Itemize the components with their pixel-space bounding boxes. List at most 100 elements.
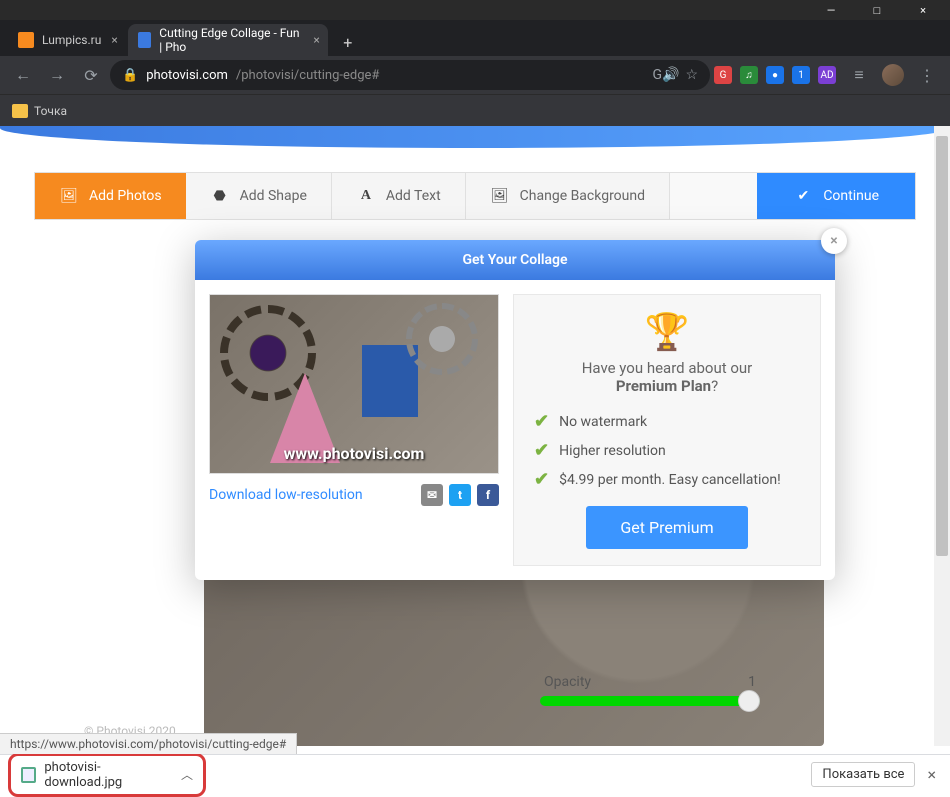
tab-lumpics[interactable]: Lumpics.ru × [8, 24, 126, 56]
tab-favicon [18, 32, 34, 48]
download-filename: photovisi-download.jpg [44, 760, 173, 790]
window-maximize-button[interactable]: □ [854, 0, 900, 20]
bookmarks-bar: Точка [0, 94, 950, 126]
feature-item: ✔ $4.99 per month. Easy cancellation! [534, 469, 800, 490]
extension-icons: G ♫ ● 1 AD ≡ ⋮ [714, 60, 942, 90]
feature-list: ✔ No watermark ✔ Higher resolution ✔ $4.99 … [534, 411, 800, 490]
opacity-slider-panel: Opacity 1 [540, 674, 760, 706]
slider-thumb[interactable] [738, 690, 760, 712]
check-icon: ✔ [534, 440, 549, 461]
check-icon: ✔ [534, 411, 549, 432]
vertical-scrollbar[interactable] [934, 126, 950, 746]
continue-button[interactable]: ✔ Continue [757, 173, 915, 219]
forward-button[interactable]: → [42, 60, 72, 90]
btn-label: Add Shape [240, 188, 307, 204]
new-tab-button[interactable]: + [334, 28, 362, 56]
check-icon: ✔ [793, 187, 813, 205]
ext-icon-2[interactable]: ♫ [740, 66, 758, 84]
modal-title: Get Your Collage [462, 252, 567, 268]
reload-button[interactable]: ⟳ [76, 60, 106, 90]
close-icon[interactable]: × [313, 33, 319, 47]
close-icon[interactable]: × [111, 33, 117, 47]
window-titlebar: — □ × [0, 0, 950, 20]
downloads-bar: photovisi-download.jpg ︿ Показать все × [0, 754, 950, 794]
scrollbar-thumb[interactable] [936, 136, 948, 556]
change-background-button[interactable]: 🖼 Change Background [466, 173, 670, 219]
add-text-button[interactable]: A Add Text [332, 173, 466, 219]
bookmark-tochka[interactable]: Точка [12, 104, 67, 118]
show-all-downloads-button[interactable]: Показать все [811, 762, 915, 787]
header-wave [0, 126, 950, 148]
slider-label: Opacity [544, 674, 591, 690]
modal-close-button[interactable]: × [821, 228, 847, 254]
slider-value: 1 [748, 674, 756, 690]
premium-heading: Have you heard about our Premium Plan? [534, 359, 800, 395]
ext-icon-1[interactable]: G [714, 66, 732, 84]
reader-icon[interactable]: ≡ [844, 60, 874, 90]
get-premium-button[interactable]: Get Premium [586, 506, 747, 549]
ext-icon-4[interactable]: 1 [792, 66, 810, 84]
tab-photovisi[interactable]: Cutting Edge Collage - Fun | Pho × [128, 24, 328, 56]
back-button[interactable]: ← [8, 60, 38, 90]
file-icon [21, 767, 36, 783]
modal-header: Get Your Collage × [195, 240, 835, 280]
tab-label: Cutting Edge Collage - Fun | Pho [159, 26, 303, 54]
lock-icon: 🔒 [122, 68, 138, 83]
shape-icon: ⬣ [210, 187, 230, 205]
share-icons: ✉ t f [421, 484, 499, 506]
download-low-res-link[interactable]: Download low-resolution [209, 487, 363, 503]
text-icon: A [356, 187, 376, 205]
premium-heading-2: Premium Plan [616, 377, 711, 395]
add-shape-button[interactable]: ⬣ Add Shape [186, 173, 332, 219]
feature-text: No watermark [559, 414, 647, 430]
email-icon[interactable]: ✉ [421, 484, 443, 506]
feature-item: ✔ Higher resolution [534, 440, 800, 461]
facebook-icon[interactable]: f [477, 484, 499, 506]
premium-panel: 🏆 Have you heard about our Premium Plan?… [513, 294, 821, 566]
url-domain: photovisi.com [146, 68, 228, 83]
btn-label: Add Photos [89, 188, 162, 204]
bookmark-star-icon[interactable]: ☆ [685, 67, 698, 83]
trophy-icon: 🏆 [534, 311, 800, 353]
feature-text: $4.99 per month. Easy cancellation! [559, 472, 781, 488]
collage-preview: www.photovisi.com [209, 294, 499, 474]
editor-toolbar: 🖼 Add Photos ⬣ Add Shape A Add Text 🖼 Ch… [34, 172, 916, 220]
close-downloads-bar-icon[interactable]: × [927, 765, 936, 784]
get-collage-modal: Get Your Collage × www.photovisi.com Dow… [195, 240, 835, 580]
translate-icon[interactable]: G🔊 [652, 67, 679, 83]
window-minimize-button[interactable]: — [808, 0, 854, 20]
photos-icon: 🖼 [59, 187, 79, 205]
preview-column: www.photovisi.com Download low-resolutio… [209, 294, 499, 566]
folder-icon [12, 104, 28, 118]
watermark-text: www.photovisi.com [284, 444, 425, 463]
window-close-button[interactable]: × [900, 0, 946, 20]
download-item[interactable]: photovisi-download.jpg ︿ [8, 753, 206, 797]
btn-label: Continue [823, 188, 879, 204]
btn-label: Change Background [520, 188, 645, 204]
profile-avatar[interactable] [882, 64, 904, 86]
tab-favicon [138, 32, 152, 48]
feature-item: ✔ No watermark [534, 411, 800, 432]
add-photos-button[interactable]: 🖼 Add Photos [35, 173, 186, 219]
address-actions: G🔊 ☆ [652, 67, 698, 83]
bookmark-label: Точка [34, 104, 67, 118]
chevron-up-icon[interactable]: ︿ [181, 766, 193, 783]
twitter-icon[interactable]: t [449, 484, 471, 506]
premium-q: ? [711, 377, 718, 395]
check-icon: ✔ [534, 469, 549, 490]
preview-shape-2 [362, 345, 418, 417]
tab-label: Lumpics.ru [42, 33, 101, 47]
tabs-row: Lumpics.ru × Cutting Edge Collage - Fun … [0, 20, 950, 56]
url-input[interactable]: 🔒 photovisi.com /photovisi/cutting-edge#… [110, 60, 710, 90]
url-path: /photovisi/cutting-edge# [236, 68, 380, 83]
ext-icon-5[interactable]: AD [818, 66, 836, 84]
opacity-slider[interactable] [540, 696, 760, 706]
premium-heading-1: Have you heard about our [582, 359, 753, 377]
address-bar: ← → ⟳ 🔒 photovisi.com /photovisi/cutting… [0, 56, 950, 94]
btn-label: Add Text [386, 188, 441, 204]
ext-icon-3[interactable]: ● [766, 66, 784, 84]
status-bar-url: https://www.photovisi.com/photovisi/cutt… [0, 733, 297, 754]
browser-menu-icon[interactable]: ⋮ [912, 60, 942, 90]
image-icon: 🖼 [490, 187, 510, 205]
feature-text: Higher resolution [559, 443, 666, 459]
